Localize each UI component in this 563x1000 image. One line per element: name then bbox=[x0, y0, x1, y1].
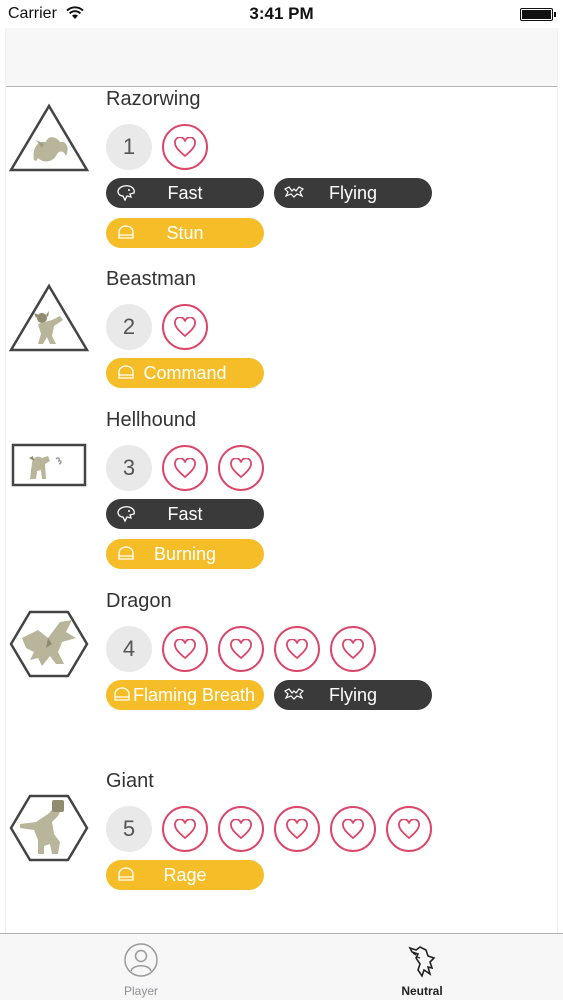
heart-icon bbox=[286, 819, 308, 839]
ability-pill-stun[interactable]: Stun bbox=[106, 218, 264, 248]
status-time: 3:41 PM bbox=[249, 4, 314, 23]
ability-pill-burning[interactable]: Burning bbox=[106, 539, 264, 569]
rank-badge: 2 bbox=[106, 304, 152, 350]
ability-pill-fast[interactable]: Fast bbox=[106, 178, 264, 208]
tab-neutral[interactable]: Neutral bbox=[352, 934, 492, 1000]
heart-token[interactable] bbox=[162, 124, 208, 170]
ability-pill-fast[interactable]: Fast bbox=[106, 499, 264, 529]
ability-label: Fast bbox=[167, 504, 203, 524]
status-bar: Carrier 3:41 PM bbox=[0, 0, 563, 28]
heart-token[interactable] bbox=[386, 806, 432, 852]
ability-label: Stun bbox=[166, 223, 204, 243]
heart-token[interactable] bbox=[218, 806, 264, 852]
rank-badge: 1 bbox=[106, 124, 152, 170]
ability-pill-flaming-breath[interactable]: Flaming Breath bbox=[106, 680, 264, 710]
player-icon bbox=[124, 943, 158, 977]
ability-label: Fast bbox=[167, 183, 203, 203]
right-margin bbox=[557, 28, 563, 933]
heart-icon bbox=[174, 458, 196, 478]
left-margin bbox=[0, 28, 6, 933]
heart-token[interactable] bbox=[162, 806, 208, 852]
ability-label: Flying bbox=[328, 685, 377, 705]
heart-icon bbox=[230, 819, 252, 839]
heart-token[interactable] bbox=[330, 626, 376, 672]
rank-badge: 3 bbox=[106, 445, 152, 491]
heart-token[interactable] bbox=[218, 445, 264, 491]
ability-pill-flying[interactable]: Flying bbox=[274, 178, 432, 208]
navigation-bar bbox=[0, 28, 557, 87]
heart-icon bbox=[342, 819, 364, 839]
heart-icon bbox=[174, 317, 196, 337]
heart-icon bbox=[174, 819, 196, 839]
heart-token[interactable] bbox=[162, 626, 208, 672]
ability-pill-command[interactable]: Command bbox=[106, 358, 264, 388]
unit-name: Hellhound bbox=[106, 409, 197, 431]
hexagon-giant-icon bbox=[9, 794, 89, 862]
unit-name: Giant bbox=[106, 770, 154, 792]
app-screen: Carrier 3:41 PM Razorwing 1 Fast Flying bbox=[0, 0, 563, 1000]
tab-label: Player bbox=[123, 984, 158, 998]
unit-name: Beastman bbox=[106, 268, 197, 290]
heart-icon bbox=[342, 639, 364, 659]
triangle-beastman-icon bbox=[8, 283, 90, 352]
ability-label: Flaming Breath bbox=[132, 685, 256, 705]
heart-icon bbox=[230, 639, 252, 659]
ability-pill-rage[interactable]: Rage bbox=[106, 860, 264, 890]
triangle-razorwing-icon bbox=[8, 103, 90, 172]
ability-label: Flying bbox=[328, 183, 377, 203]
battery-icon bbox=[520, 8, 556, 21]
rectangle-hellhound-icon bbox=[11, 443, 87, 487]
heart-token[interactable] bbox=[274, 626, 320, 672]
heart-icon bbox=[230, 458, 252, 478]
ability-pill-flying[interactable]: Flying bbox=[274, 680, 432, 710]
heart-token[interactable] bbox=[330, 806, 376, 852]
rank-badge: 5 bbox=[106, 806, 152, 852]
unit-name: Razorwing bbox=[106, 88, 201, 110]
heart-icon bbox=[174, 639, 196, 659]
tab-player[interactable]: Player bbox=[71, 934, 211, 1000]
heart-token[interactable] bbox=[162, 445, 208, 491]
heart-token[interactable] bbox=[218, 626, 264, 672]
unit-name: Dragon bbox=[106, 590, 172, 612]
ability-label: Burning bbox=[153, 544, 217, 564]
heart-token[interactable] bbox=[162, 304, 208, 350]
heart-icon bbox=[174, 137, 196, 157]
hexagon-dragon-icon bbox=[9, 610, 89, 678]
wolf-icon bbox=[408, 946, 436, 978]
ability-label: Command bbox=[143, 363, 227, 383]
heart-token[interactable] bbox=[274, 806, 320, 852]
ability-label: Rage bbox=[163, 865, 207, 885]
tab-label: Neutral bbox=[401, 984, 443, 998]
tab-bar: Player Neutral bbox=[0, 933, 563, 1000]
heart-icon bbox=[286, 639, 308, 659]
heart-icon bbox=[398, 819, 420, 839]
rank-badge: 4 bbox=[106, 626, 152, 672]
